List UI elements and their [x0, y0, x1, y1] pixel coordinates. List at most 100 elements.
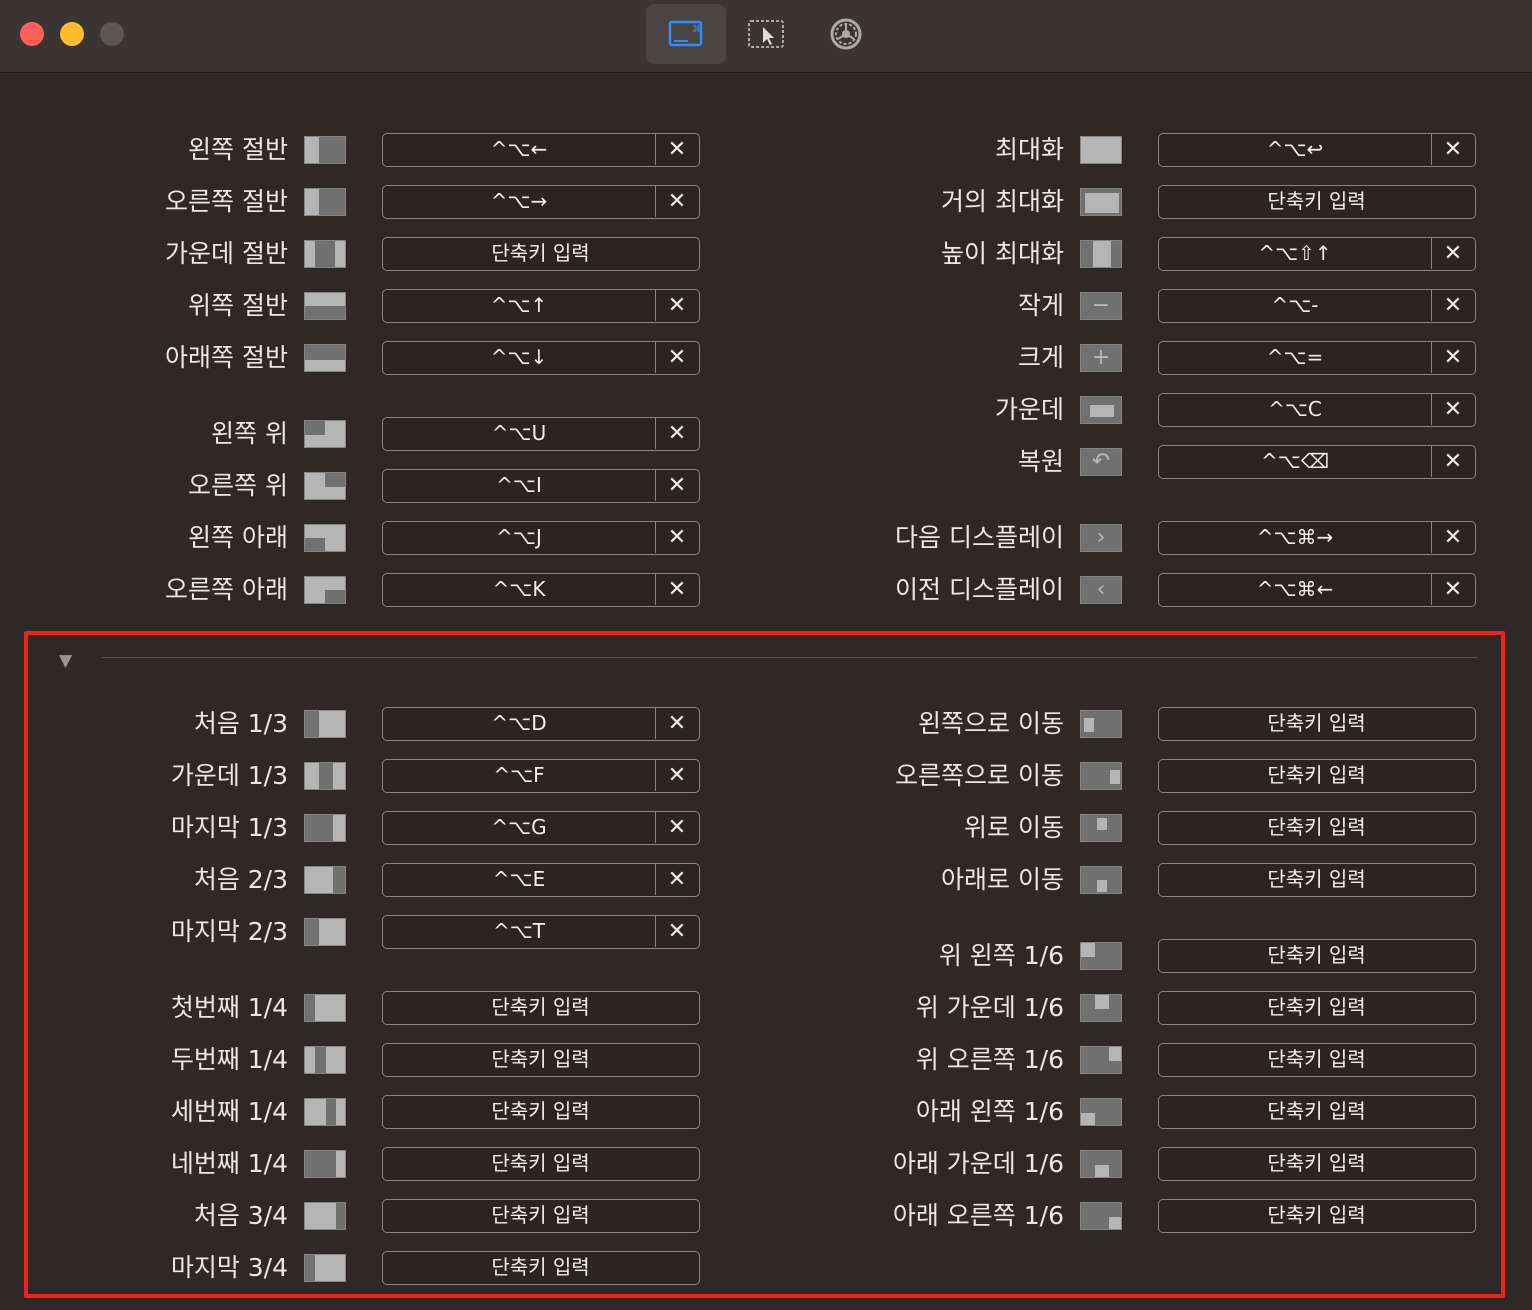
shortcut-label: 오른쪽 아래	[165, 575, 288, 604]
zoom-window-button[interactable]	[100, 22, 124, 46]
clear-shortcut-button[interactable]: ✕	[1431, 290, 1475, 321]
clear-shortcut-button[interactable]: ✕	[1431, 238, 1475, 269]
clear-shortcut-button[interactable]: ✕	[1431, 134, 1475, 165]
shortcut-label: 오른쪽 위	[188, 471, 288, 500]
shortcut-value: ^⌥←	[383, 134, 656, 165]
shortcut-value: ^⌥↩	[1159, 134, 1432, 165]
svg-text:⌘: ⌘	[692, 24, 702, 35]
tab-snap-areas[interactable]	[726, 4, 806, 64]
larger-icon: +	[1080, 344, 1122, 372]
shortcut-label: 왼쪽 아래	[188, 523, 288, 552]
clear-shortcut-button[interactable]: ✕	[1431, 574, 1475, 605]
close-window-button[interactable]	[20, 22, 44, 46]
shortcut-field-shortcuts-right-2[interactable]: ^⌥⇧↑ ✕	[1158, 237, 1476, 271]
shortcut-value: ^⌥U	[383, 418, 656, 449]
shortcut-field-shortcuts-left-3[interactable]: ^⌥↑ ✕	[382, 289, 700, 323]
shortcut-value: ^⌥-	[1159, 290, 1432, 321]
clear-shortcut-button[interactable]: ✕	[655, 418, 699, 449]
shortcut-label: 거의 최대화	[941, 187, 1064, 216]
shortcut-value: ^⌥⌘→	[1159, 522, 1432, 553]
shortcut-label: 왼쪽 위	[211, 419, 288, 448]
clear-shortcut-button[interactable]: ✕	[655, 134, 699, 165]
center-half-icon	[304, 240, 346, 268]
shortcut-value: ^⌥C	[1159, 394, 1432, 425]
almost-maximize-icon	[1080, 188, 1122, 216]
previous-display-icon: ‹	[1080, 576, 1122, 604]
top-right-icon	[304, 472, 346, 500]
top-left-icon	[304, 420, 346, 448]
shortcut-value: ^⌥J	[383, 522, 656, 553]
shortcut-field-shortcuts-right-7[interactable]: ^⌥⌘→ ✕	[1158, 521, 1476, 555]
left-half-icon	[304, 136, 346, 164]
shortcut-label: 최대화	[994, 135, 1064, 164]
shortcut-label: 왼쪽 절반	[188, 135, 288, 164]
gear-icon	[830, 18, 862, 50]
shortcut-label: 복원	[1017, 447, 1064, 476]
clear-shortcut-button[interactable]: ✕	[1431, 522, 1475, 553]
smaller-icon: −	[1080, 292, 1122, 320]
shortcut-value: ^⌥K	[383, 574, 656, 605]
shortcut-field-shortcuts-left-2[interactable]: 단축키 입력	[382, 237, 700, 271]
clear-shortcut-button[interactable]: ✕	[1431, 342, 1475, 373]
shortcut-value: 단축키 입력	[1267, 189, 1366, 213]
shortcut-field-shortcuts-left-0[interactable]: ^⌥← ✕	[382, 133, 700, 167]
shortcut-field-shortcuts-left-7[interactable]: ^⌥J ✕	[382, 521, 700, 555]
shortcut-field-shortcuts-right-3[interactable]: ^⌥- ✕	[1158, 289, 1476, 323]
keyboard-shortcut-icon: ⌘	[668, 20, 703, 47]
shortcut-field-shortcuts-left-1[interactable]: ^⌥→ ✕	[382, 185, 700, 219]
shortcut-value: ^⌥⌫	[1159, 446, 1432, 477]
shortcut-value: ^⌥↓	[383, 342, 656, 373]
shortcut-field-shortcuts-left-6[interactable]: ^⌥I ✕	[382, 469, 700, 503]
shortcut-field-shortcuts-right-5[interactable]: ^⌥C ✕	[1158, 393, 1476, 427]
highlight-box	[24, 631, 1505, 1298]
shortcut-value: ^⌥I	[383, 470, 656, 501]
shortcut-label: 작게	[1017, 291, 1064, 320]
right-half-icon	[304, 188, 346, 216]
window-snap-icon	[748, 20, 784, 48]
shortcut-label: 오른쪽 절반	[165, 187, 288, 216]
shortcut-label: 아래쪽 절반	[165, 343, 288, 372]
shortcut-label: 가운데	[994, 395, 1064, 424]
shortcut-label: 위쪽 절반	[188, 291, 288, 320]
shortcut-field-shortcuts-right-1[interactable]: 단축키 입력	[1158, 185, 1476, 219]
shortcut-field-shortcuts-left-5[interactable]: ^⌥U ✕	[382, 417, 700, 451]
shortcut-field-shortcuts-left-4[interactable]: ^⌥↓ ✕	[382, 341, 700, 375]
shortcut-value: ^⌥=	[1159, 342, 1432, 373]
shortcut-value: ^⌥↑	[383, 290, 656, 321]
top-half-icon	[304, 292, 346, 320]
bottom-left-icon	[304, 524, 346, 552]
shortcut-label: 이전 디스플레이	[895, 575, 1064, 604]
bottom-right-icon	[304, 576, 346, 604]
minimize-window-button[interactable]	[60, 22, 84, 46]
clear-shortcut-button[interactable]: ✕	[1431, 394, 1475, 425]
maximize-height-icon	[1080, 240, 1122, 268]
shortcut-label: 다음 디스플레이	[895, 523, 1064, 552]
shortcut-label: 크게	[1017, 343, 1064, 372]
clear-shortcut-button[interactable]: ✕	[655, 342, 699, 373]
shortcut-value: ^⌥→	[383, 186, 656, 217]
shortcut-label: 높이 최대화	[941, 239, 1064, 268]
shortcut-value: ^⌥⌘←	[1159, 574, 1432, 605]
shortcut-label: 가운데 절반	[165, 239, 288, 268]
restore-icon: ↶	[1080, 448, 1122, 476]
title-bar: ⌘	[0, 0, 1532, 73]
clear-shortcut-button[interactable]: ✕	[655, 470, 699, 501]
shortcut-value: ^⌥⇧↑	[1159, 238, 1432, 269]
shortcut-field-shortcuts-right-8[interactable]: ^⌥⌘← ✕	[1158, 573, 1476, 607]
shortcut-field-shortcuts-right-4[interactable]: ^⌥= ✕	[1158, 341, 1476, 375]
shortcut-field-shortcuts-left-8[interactable]: ^⌥K ✕	[382, 573, 700, 607]
tab-settings[interactable]	[806, 4, 886, 64]
clear-shortcut-button[interactable]: ✕	[1431, 446, 1475, 477]
next-display-icon: ›	[1080, 524, 1122, 552]
clear-shortcut-button[interactable]: ✕	[655, 186, 699, 217]
shortcut-field-shortcuts-right-0[interactable]: ^⌥↩ ✕	[1158, 133, 1476, 167]
center-icon	[1080, 396, 1122, 424]
maximize-icon	[1080, 136, 1122, 164]
shortcut-field-shortcuts-right-6[interactable]: ^⌥⌫ ✕	[1158, 445, 1476, 479]
bottom-half-icon	[304, 344, 346, 372]
shortcut-value: 단축키 입력	[491, 241, 590, 265]
clear-shortcut-button[interactable]: ✕	[655, 522, 699, 553]
clear-shortcut-button[interactable]: ✕	[655, 574, 699, 605]
clear-shortcut-button[interactable]: ✕	[655, 290, 699, 321]
tab-keyboard-shortcuts[interactable]: ⌘	[646, 4, 726, 64]
